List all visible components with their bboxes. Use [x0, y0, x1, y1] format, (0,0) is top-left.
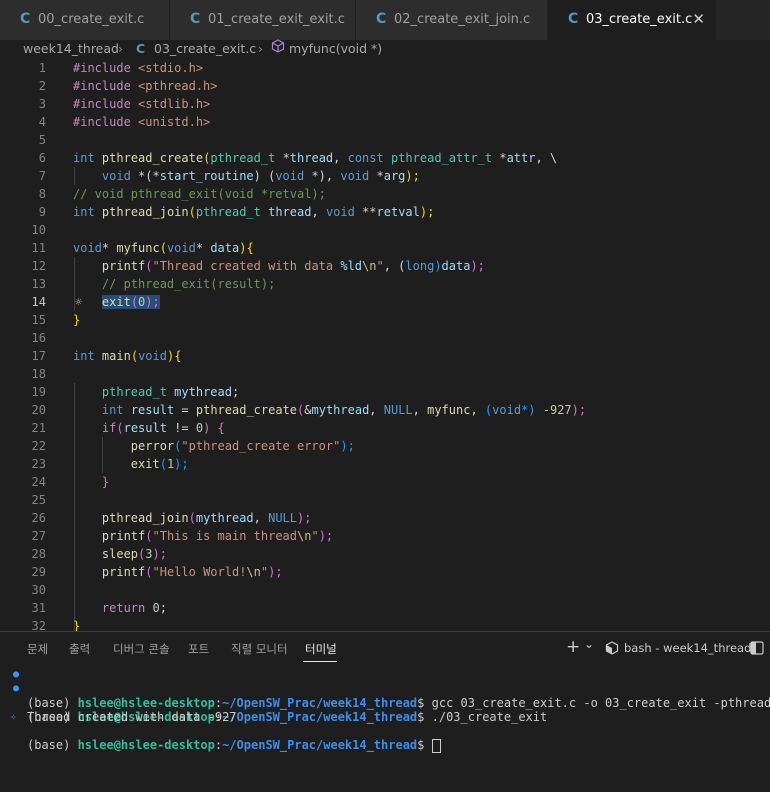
c-file-icon: C — [190, 11, 201, 27]
tab-label: 03_create_exit.c — [586, 12, 693, 27]
code-line: 30 — [31, 583, 46, 597]
terminal-line: Thread created with data -927 — [27, 710, 237, 724]
chevron-right-icon: › — [118, 41, 123, 56]
editor-tab-bar: C 00_create_exit.c C 01_create_exit_exit… — [0, 0, 770, 40]
tab-problems[interactable]: 문제 — [27, 641, 48, 657]
split-panel-icon[interactable] — [750, 641, 764, 659]
tab-00-create-exit[interactable]: C 00_create_exit.c — [0, 0, 170, 40]
tab-label: 00_create_exit.c — [38, 12, 145, 27]
command-success-icon: ● — [13, 669, 20, 680]
code-line: 27 printf("This is main thread\n"); — [31, 529, 334, 543]
tab-ports[interactable]: 포트 — [188, 641, 209, 657]
sparkle-icon[interactable]: ✧ — [10, 710, 17, 724]
tab-output[interactable]: 출력 — [69, 641, 90, 657]
chevron-down-icon[interactable]: ⌄ — [584, 637, 594, 651]
code-line: 12 printf("Thread created with data %ld\… — [31, 259, 485, 273]
c-file-icon: C — [376, 11, 387, 27]
terminal-cursor — [431, 738, 441, 753]
terminal-name[interactable]: bash - week14_thread — [624, 641, 751, 655]
code-line: 18 — [31, 367, 46, 381]
code-line: 4 #include <unistd.h> — [38, 115, 211, 129]
code-line: 15} — [31, 313, 81, 327]
code-line: 24 } — [31, 475, 110, 489]
code-editor[interactable]: 1 #include <stdio.h> 2 #include <pthread.h… — [0, 59, 770, 631]
tab-debug-console[interactable]: 디버그 콘솔 — [113, 641, 170, 657]
tab-terminal[interactable]: 터미널 — [305, 641, 337, 657]
terminal-line: ✧ (base) hslee@hslee-desktop:~/OpenSW_Pr… — [0, 710, 770, 753]
tab-label: 02_create_exit_join.c — [394, 12, 531, 27]
add-terminal-icon[interactable]: + — [566, 637, 580, 657]
code-line: 31 return 0; — [31, 601, 167, 615]
tab-serial-monitor[interactable]: 직렬 모니터 — [231, 641, 288, 657]
code-line: 23 exit(1); — [31, 457, 189, 471]
code-line: 2 #include <pthread.h> — [38, 79, 218, 93]
close-icon[interactable]: ✕ — [692, 10, 705, 28]
tab-01-create-exit-exit[interactable]: C 01_create_exit_exit.c — [170, 0, 356, 40]
tab-label: 01_create_exit_exit.c — [208, 12, 345, 27]
code-line: 28 sleep(3); — [31, 547, 167, 561]
command-success-icon: ● — [13, 683, 20, 694]
code-line: 25 — [31, 493, 46, 507]
code-line: 21 if(result != 0) { — [31, 421, 225, 435]
breadcrumb-symbol[interactable]: myfunc(void *) — [289, 41, 382, 56]
code-line: 9 int pthread_join(pthread_t thread, void… — [38, 205, 435, 219]
code-line: 26 pthread_join(mythread, NULL); — [31, 511, 312, 525]
breadcrumb: week14_thread › C 03_create_exit.c › myf… — [0, 39, 770, 60]
code-line: 8// void pthread_exit(void *retval); — [38, 187, 326, 201]
code-line: 17 int main(void){ — [31, 349, 182, 363]
code-line: 3 #include <stdlib.h> — [38, 97, 211, 111]
symbol-method-icon — [271, 39, 285, 56]
c-file-icon: C — [136, 41, 146, 56]
code-line: 1 #include <stdio.h> — [38, 61, 204, 75]
c-file-icon: C — [568, 11, 579, 27]
code-line: 5 — [38, 133, 46, 147]
code-line: 29 printf("Hello World!\n"); — [31, 565, 283, 579]
code-line: 6 int pthread_create(pthread_t *thread, c… — [38, 151, 558, 165]
terminal-line: ● (base) hslee@hslee-desktop:~/OpenSW_Pr… — [13, 683, 548, 724]
code-line: 10 — [31, 223, 46, 237]
code-line: 19 pthread_t mythread; — [31, 385, 240, 399]
bash-terminal-icon[interactable] — [605, 641, 619, 659]
code-line: 7 void *(*start_routine) (void *), void … — [38, 169, 420, 183]
code-line-current: 14 ☼ exit(0); — [31, 295, 160, 309]
tab-03-create-exit[interactable]: C 03_create_exit.c ✕ — [548, 0, 716, 40]
bottom-panel: 문제 출력 디버그 콘솔 포트 직렬 모니터 터미널 + ⌄ bash - we… — [0, 631, 770, 792]
breadcrumb-file[interactable]: 03_create_exit.c — [154, 41, 256, 56]
code-line: 32} — [31, 619, 81, 631]
chevron-right-icon: › — [258, 41, 263, 56]
c-file-icon: C — [20, 11, 31, 27]
code-line: 13 // pthread_exit(result); — [31, 277, 276, 291]
code-line: 22 perror("pthread_create error"); — [31, 439, 355, 453]
active-tab-indicator — [303, 661, 337, 662]
code-line: 16 — [31, 331, 46, 345]
terminal-line: ● (base) hslee@hslee-desktop:~/OpenSW_Pr… — [13, 669, 770, 710]
code-line: 11 void* myfunc(void* data){ — [31, 241, 254, 255]
breadcrumb-folder[interactable]: week14_thread — [23, 41, 119, 56]
tab-02-create-exit-join[interactable]: C 02_create_exit_join.c — [356, 0, 548, 40]
code-line: 20 int result = pthread_create(&mythread… — [31, 403, 587, 417]
